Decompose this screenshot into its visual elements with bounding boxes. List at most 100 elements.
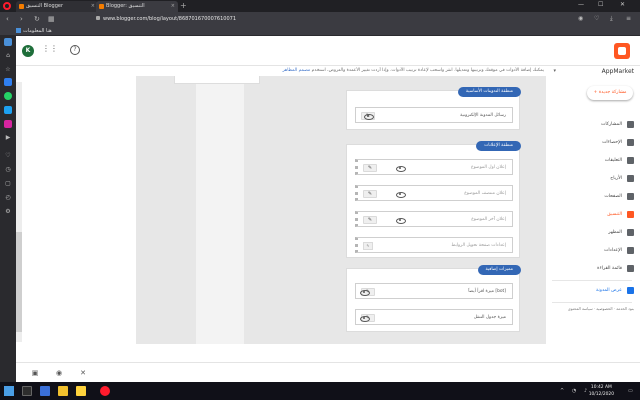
menu-icon[interactable]: ≡	[626, 14, 631, 24]
blog-name[interactable]: AppMarket	[602, 68, 634, 75]
edit-icon[interactable]: ✎	[363, 242, 373, 250]
minimize-icon[interactable]: —	[578, 1, 584, 8]
visibility-icon[interactable]	[396, 191, 406, 198]
help-icon[interactable]: ?	[70, 45, 80, 55]
clock-date: 10/12/2020	[588, 392, 614, 397]
nav-item-label: الإعدادات	[604, 248, 622, 253]
notifications-icon[interactable]: ▭	[628, 388, 633, 394]
chevron-down-icon[interactable]: ▾	[553, 68, 556, 74]
section-title: منطقة الإعلانات	[476, 141, 521, 151]
camera-icon[interactable]: ◉	[578, 14, 583, 24]
star-icon[interactable]: ☆	[4, 66, 12, 74]
nav-item-pages[interactable]: الصفحات	[548, 192, 640, 202]
edit-icon[interactable]: ✎	[363, 190, 377, 198]
gadget-item[interactable]: ✎ إعلان آخر الموضوع	[355, 211, 513, 227]
nav-item-label: التنسيق	[607, 212, 622, 217]
right-navigation: AppMarket ▾ + مشاركة جديدة المشاركات الإ…	[548, 66, 640, 382]
gadget-item[interactable]: ✎ ميزة جدول التنقل	[355, 309, 513, 325]
telegram-icon[interactable]	[4, 106, 12, 114]
gadget-item[interactable]: ✎ رسائل المدونة الإلكترونية	[355, 107, 513, 123]
task-view-icon[interactable]	[40, 386, 50, 396]
new-post-button[interactable]: + مشاركة جديدة	[587, 86, 633, 100]
back-icon[interactable]: ‹	[6, 14, 9, 24]
apps-grid-icon[interactable]: ⋮⋮	[42, 45, 58, 53]
footer-links[interactable]: بنود الخدمة · الخصوصية · سياسة المحتوى	[568, 306, 634, 311]
taskbar-clock[interactable]: 10:42 AM 10/12/2020	[589, 384, 614, 398]
edit-icon[interactable]: ✎	[363, 216, 377, 224]
nav-item-layout[interactable]: التنسيق	[548, 210, 640, 220]
network-icon[interactable]: ◔	[572, 388, 576, 394]
preview-eye-icon[interactable]: ◉	[54, 368, 64, 378]
browser-tab-2[interactable]: Blogger: التنسيق ×	[96, 1, 178, 12]
gadget-item[interactable]: ✎ ميزة اقرأ أيضاَ [bot]	[355, 283, 513, 299]
volume-icon[interactable]: ♪	[584, 388, 587, 394]
maximize-icon[interactable]: ☐	[598, 1, 603, 8]
file-explorer-icon[interactable]	[58, 386, 68, 396]
gadget-label: إعلان اول الموضوع	[471, 165, 506, 170]
new-tab-icon[interactable]: +	[180, 1, 187, 11]
nav-item-view-blog[interactable]: عرض المدونة	[548, 286, 640, 296]
gadget-item[interactable]: ✎ إعدادات صفحة تحويل الروابط	[355, 237, 513, 253]
download-icon[interactable]: ⤓	[610, 14, 613, 24]
close-icon[interactable]: ✕	[78, 368, 88, 378]
blogger-page: K ⋮⋮ ? يمكنك إضافة الأدوات في موقعك وترت…	[16, 36, 640, 382]
nav-item-posts[interactable]: المشاركات	[548, 120, 640, 130]
lock-icon	[96, 16, 100, 20]
left-scroll-track[interactable]	[16, 82, 22, 342]
chrome-icon[interactable]	[76, 386, 86, 396]
avatar[interactable]: K	[22, 45, 34, 57]
nav-item-stats[interactable]: الإحصاءات	[548, 138, 640, 148]
instagram-icon[interactable]	[4, 120, 12, 128]
url-field[interactable]: www.blogger.com/blog/layout/868701670007…	[96, 14, 236, 24]
nav-item-earnings[interactable]: الأرباح	[548, 174, 640, 184]
reload-icon[interactable]: ↻	[34, 14, 40, 24]
bookmark-item[interactable]: هنا المعلومات	[16, 27, 52, 35]
nav-item-theme[interactable]: المظهر	[548, 228, 640, 238]
search-icon[interactable]	[22, 386, 32, 396]
edit-icon[interactable]: ✎	[363, 164, 377, 172]
bottom-toolbar: ▣ ◉ ✕	[16, 362, 640, 382]
nav-item-comments[interactable]: التعليقات	[548, 156, 640, 166]
comments-icon	[627, 157, 634, 164]
nav-item-settings[interactable]: الإعدادات	[548, 246, 640, 256]
close-icon[interactable]: ×	[171, 1, 175, 12]
clock-icon[interactable]: ◴	[4, 194, 12, 202]
opera-taskbar-icon[interactable]	[100, 386, 110, 396]
earnings-icon	[627, 175, 634, 182]
settings-icon[interactable]: ⚙	[4, 208, 12, 216]
visibility-icon[interactable]	[360, 289, 370, 296]
stats-icon	[627, 139, 634, 146]
visibility-icon[interactable]	[360, 315, 370, 322]
history-icon[interactable]: ◷	[4, 166, 12, 174]
theme-designer-link[interactable]: مصمم المظاهر	[282, 68, 310, 73]
messenger-icon[interactable]	[4, 78, 12, 86]
gadget-item[interactable]: ✎ إعلان منتصف الموضوع	[355, 185, 513, 201]
whatsapp-icon[interactable]	[4, 92, 12, 100]
visibility-icon[interactable]	[396, 217, 406, 224]
nav-item-label: المظهر	[608, 230, 622, 235]
scrollbar-thumb[interactable]	[16, 232, 22, 332]
heart-icon[interactable]: ♡	[4, 152, 12, 160]
bookmarks-panel-icon[interactable]	[4, 38, 12, 46]
tray-arrow-icon[interactable]: ^	[560, 388, 564, 394]
home-icon[interactable]: ⌂	[4, 52, 12, 60]
url-text: www.blogger.com/blog/layout/868701670007…	[103, 16, 237, 22]
section-ads: منطقة الإعلانات ✎ إعلان اول الموضوع ✎ إع…	[346, 141, 521, 258]
visibility-icon[interactable]	[364, 113, 374, 120]
window-close-icon[interactable]: ✕	[620, 1, 625, 8]
close-icon[interactable]: ×	[91, 1, 95, 12]
gadget-item[interactable]: ✎ إعلان اول الموضوع	[355, 159, 513, 175]
heart-icon[interactable]: ♡	[594, 14, 599, 24]
save-icon[interactable]: ▣	[30, 368, 40, 378]
box-icon[interactable]: ▢	[4, 180, 12, 188]
browser-tab-1[interactable]: التنسيق Blogger ×	[16, 1, 98, 12]
visibility-icon[interactable]	[396, 165, 406, 172]
forward-icon[interactable]: ›	[20, 14, 23, 24]
opera-logo-icon[interactable]	[3, 2, 11, 10]
gear-icon	[627, 247, 634, 254]
nav-item-reading-list[interactable]: قائمة القراءة	[548, 264, 640, 274]
speed-dial-icon[interactable]: ▦	[48, 14, 55, 24]
player-icon[interactable]: ▶	[4, 134, 12, 142]
blogger-logo-icon[interactable]	[614, 43, 630, 59]
windows-start-icon[interactable]	[4, 386, 14, 396]
